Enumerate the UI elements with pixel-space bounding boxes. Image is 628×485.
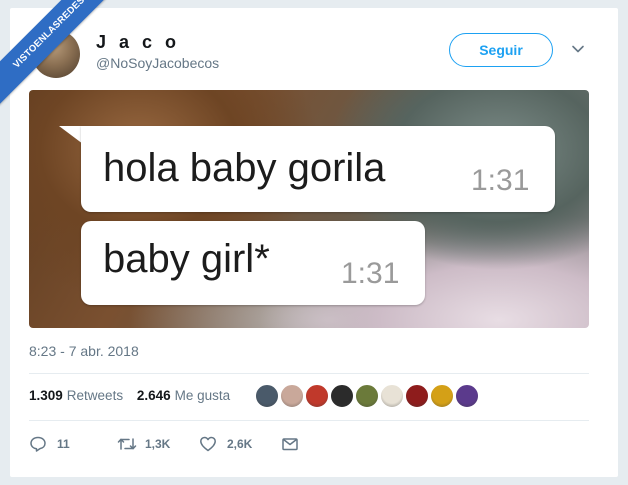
chat-message: baby girl* <box>103 237 270 281</box>
liker-avatar[interactable] <box>405 384 429 408</box>
liker-avatar[interactable] <box>280 384 304 408</box>
liker-avatar[interactable] <box>455 384 479 408</box>
liker-avatar[interactable] <box>430 384 454 408</box>
liker-avatar[interactable] <box>380 384 404 408</box>
chat-bubble: baby girl* 1:31 <box>81 221 425 305</box>
reply-icon <box>30 436 46 452</box>
chat-time: 1:31 <box>341 257 400 290</box>
follow-button[interactable]: Seguir <box>449 33 553 67</box>
retweet-icon <box>117 438 137 450</box>
liker-avatar[interactable] <box>330 384 354 408</box>
chat-message: hola baby gorila <box>103 146 386 190</box>
reply-count: 11 <box>57 437 70 451</box>
chat-time: 1:31 <box>471 164 530 197</box>
tweet-timestamp[interactable]: 8:23 - 7 abr. 2018 <box>29 343 139 359</box>
bubble-tail <box>59 126 83 144</box>
heart-icon <box>200 436 216 452</box>
retweets-stat[interactable]: 1.309 Retweets <box>29 388 123 403</box>
likes-label: Me gusta <box>174 388 231 403</box>
chat-bubble: hola baby gorila 1:31 <box>81 126 555 212</box>
tweet-stats: 1.309 Retweets 2.646 Me gusta <box>29 388 230 403</box>
like-count: 2,6K <box>227 437 253 451</box>
chevron-down-icon[interactable] <box>571 42 585 56</box>
author-handle[interactable]: @NoSoyJacobecos <box>96 55 219 71</box>
liker-avatar[interactable] <box>305 384 329 408</box>
message-button[interactable] <box>281 434 299 454</box>
divider <box>29 420 589 421</box>
liker-avatar[interactable] <box>255 384 279 408</box>
divider <box>29 373 589 374</box>
liker-avatar[interactable] <box>355 384 379 408</box>
tweet-card: J a c o @NoSoyJacobecos Seguir hola baby… <box>10 8 618 477</box>
envelope-icon <box>282 438 298 451</box>
likes-count: 2.646 <box>136 388 171 403</box>
author-name[interactable]: J a c o <box>96 32 180 53</box>
likes-stat[interactable]: 2.646 Me gusta <box>137 388 230 403</box>
tweet-image[interactable]: hola baby gorila 1:31 baby girl* 1:31 <box>29 90 589 328</box>
retweets-count: 1.309 <box>29 388 63 403</box>
retweets-label: Retweets <box>66 388 124 403</box>
retweet-count: 1,3K <box>145 437 171 451</box>
